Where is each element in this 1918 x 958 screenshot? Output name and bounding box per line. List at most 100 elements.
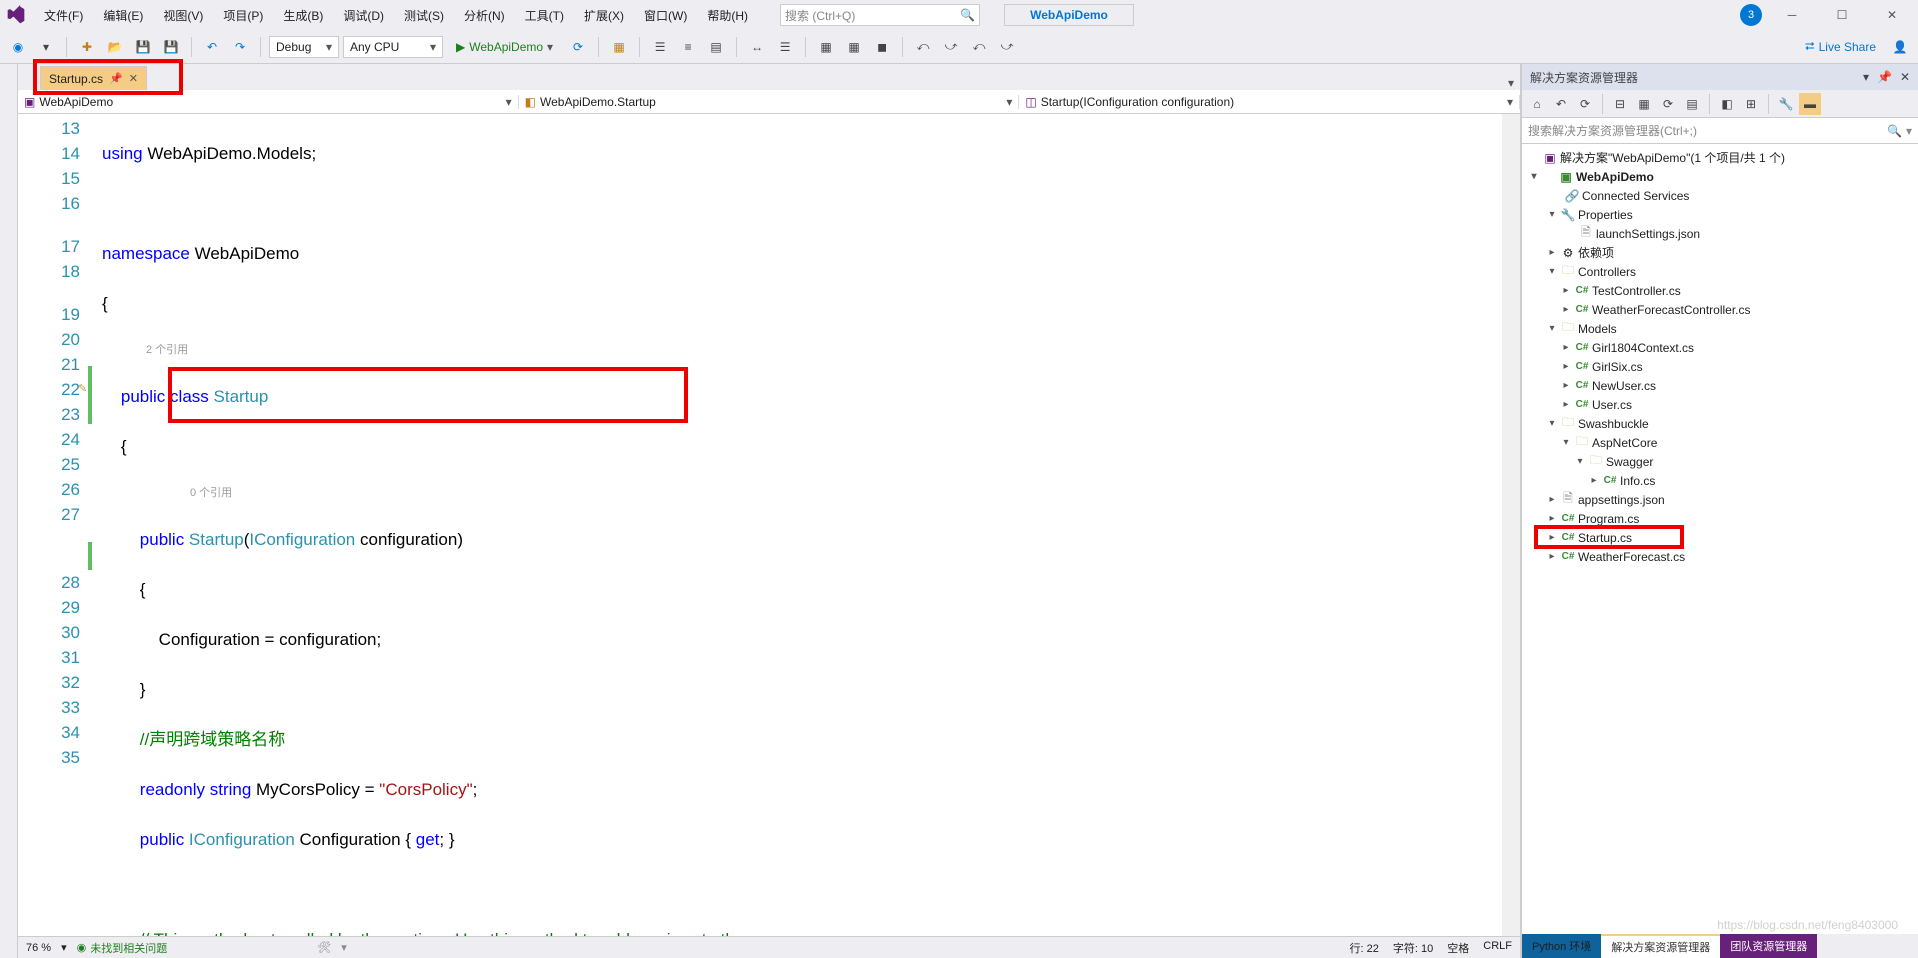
tb-icon-10[interactable]: ⤻	[939, 35, 963, 59]
account-icon[interactable]: 👤	[1888, 35, 1912, 59]
preview-icon[interactable]: ◧	[1716, 93, 1738, 115]
menu-project[interactable]: 项目(P)	[215, 4, 271, 27]
tb-icon-5[interactable]: ↔	[745, 35, 769, 59]
tree-girl1804[interactable]: ▸C#Girl1804Context.cs	[1522, 338, 1918, 357]
undo-button[interactable]: ↶	[200, 35, 224, 59]
tb-icon-11[interactable]: ⤺	[967, 35, 991, 59]
menu-build[interactable]: 生成(B)	[275, 4, 331, 27]
menu-test[interactable]: 测试(S)	[396, 4, 452, 27]
save-all-button[interactable]: 💾	[159, 35, 183, 59]
menu-debug[interactable]: 调试(D)	[335, 4, 392, 27]
nav-member[interactable]: ◫ Startup(IConfiguration configuration)▾	[1019, 95, 1520, 109]
tree-deps[interactable]: ▸⚙依赖项	[1522, 243, 1918, 262]
highlight-icon[interactable]: ▬	[1799, 93, 1821, 115]
tb-icon-6[interactable]: ☰	[773, 35, 797, 59]
tab-solution-explorer[interactable]: 解决方案资源管理器	[1601, 934, 1720, 958]
menu-edit[interactable]: 编辑(E)	[95, 4, 151, 27]
menu-help[interactable]: 帮助(H)	[699, 4, 756, 27]
open-button[interactable]: 📂	[103, 35, 127, 59]
tree-wf-ctrl[interactable]: ▸C#WeatherForecastController.cs	[1522, 300, 1918, 319]
tree-test-ctrl[interactable]: ▸C#TestController.cs	[1522, 281, 1918, 300]
menu-view[interactable]: 视图(V)	[155, 4, 211, 27]
nav-project[interactable]: ▣ WebApiDemo▾	[18, 95, 519, 109]
config-combo[interactable]: Debug▾	[269, 36, 339, 58]
solution-tree[interactable]: ▣解决方案"WebApiDemo"(1 个项目/共 1 个) ▾▣WebApiD…	[1522, 144, 1918, 934]
code-editor[interactable]: 13141516171819202122✎2324252627 28293031…	[18, 114, 1520, 936]
menu-analyze[interactable]: 分析(N)	[456, 4, 513, 27]
tab-team-explorer[interactable]: 团队资源管理器	[1720, 934, 1817, 958]
props-icon[interactable]: ▤	[1681, 93, 1703, 115]
tree-controllers[interactable]: ▾🗀Controllers	[1522, 262, 1918, 281]
nav-namespace[interactable]: ◧ WebApiDemo.Startup▾	[519, 95, 1020, 109]
tab-startup-cs[interactable]: Startup.cs 📌 ✕	[40, 66, 147, 90]
tree-appsettings[interactable]: ▸🗎appsettings.json	[1522, 490, 1918, 509]
show-all-icon[interactable]: ▦	[1633, 93, 1655, 115]
tb-icon-8[interactable]: ▦	[842, 35, 866, 59]
sync-icon[interactable]: ⟳	[1574, 93, 1596, 115]
close-button[interactable]: ✕	[1872, 2, 1912, 28]
codelens-ref[interactable]: 0 个引用	[102, 484, 1520, 502]
refresh-button[interactable]: ⟳	[566, 35, 590, 59]
refresh-icon[interactable]: ⟳	[1657, 93, 1679, 115]
indent-mode[interactable]: 空格	[1447, 940, 1469, 956]
menu-window[interactable]: 窗口(W)	[636, 4, 695, 27]
zoom-level[interactable]: 76 %	[26, 942, 51, 954]
tb-icon-4[interactable]: ▤	[704, 35, 728, 59]
tree-properties[interactable]: ▾🔧Properties	[1522, 205, 1918, 224]
code-text[interactable]: using WebApiDemo.Models; namespace WebAp…	[102, 114, 1520, 936]
live-share-button[interactable]: ⮂ Live Share	[1797, 39, 1884, 54]
tb-icon-12[interactable]: ⤻	[995, 35, 1019, 59]
bookmark-icon[interactable]: ◼	[870, 35, 894, 59]
close-icon[interactable]: ✕	[129, 72, 138, 85]
wrench-icon[interactable]: 🔧	[1775, 93, 1797, 115]
nav-back-button[interactable]: ◉	[6, 35, 30, 59]
panel-menu-icon[interactable]: ▾	[1863, 70, 1869, 84]
new-item-button[interactable]: ✚	[75, 35, 99, 59]
tree-models[interactable]: ▾🗀Models	[1522, 319, 1918, 338]
nav-fwd-button[interactable]: ▾	[34, 35, 58, 59]
view-icon[interactable]: ⊞	[1740, 93, 1762, 115]
save-button[interactable]: 💾	[131, 35, 155, 59]
tab-overflow-button[interactable]: ▾	[1502, 76, 1520, 90]
tree-connected[interactable]: 🔗Connected Services	[1522, 186, 1918, 205]
tab-python-env[interactable]: Python 环境	[1522, 934, 1601, 958]
tree-launch-settings[interactable]: 🗎launchSettings.json	[1522, 224, 1918, 243]
tb-icon-9[interactable]: ⤺	[911, 35, 935, 59]
menu-tools[interactable]: 工具(T)	[517, 4, 572, 27]
tree-program[interactable]: ▸C#Program.cs	[1522, 509, 1918, 528]
line-ending[interactable]: CRLF	[1483, 940, 1512, 956]
pin-icon[interactable]: 📌	[1877, 70, 1892, 84]
tree-aspnetcore[interactable]: ▾🗀AspNetCore	[1522, 433, 1918, 452]
global-search[interactable]: 搜索 (Ctrl+Q) 🔍	[780, 4, 980, 26]
pin-icon[interactable]: 📌	[109, 72, 123, 85]
tree-newuser[interactable]: ▸C#NewUser.cs	[1522, 376, 1918, 395]
redo-button[interactable]: ↷	[228, 35, 252, 59]
screwdriver-icon[interactable]: 🛠	[317, 941, 331, 954]
start-debug-button[interactable]: ▶ WebApiDemo ▾	[447, 35, 562, 59]
tree-girlsix[interactable]: ▸C#GirlSix.cs	[1522, 357, 1918, 376]
error-status[interactable]: ◉未找到相关问题	[77, 940, 168, 956]
tree-swashbuckle[interactable]: ▾🗀Swashbuckle	[1522, 414, 1918, 433]
tree-wf[interactable]: ▸C#WeatherForecast.cs	[1522, 547, 1918, 566]
maximize-button[interactable]: ☐	[1822, 2, 1862, 28]
solution-search[interactable]: 搜索解决方案资源管理器(Ctrl+;) 🔍▾	[1522, 118, 1918, 144]
home-icon[interactable]: ⌂	[1526, 93, 1548, 115]
menu-file[interactable]: 文件(F)	[36, 4, 91, 27]
platform-combo[interactable]: Any CPU▾	[343, 36, 443, 58]
tree-startup[interactable]: ▸C#Startup.cs	[1522, 528, 1918, 547]
notification-badge[interactable]: 3	[1740, 4, 1762, 26]
minimize-button[interactable]: ─	[1772, 2, 1812, 28]
tb-icon-3[interactable]: ≡	[676, 35, 700, 59]
scrollbar-vertical[interactable]	[1502, 114, 1520, 936]
tb-icon-1[interactable]: ▦	[607, 35, 631, 59]
tree-project[interactable]: ▾▣WebApiDemo	[1522, 167, 1918, 186]
tree-swagger[interactable]: ▾🗀Swagger	[1522, 452, 1918, 471]
tb-icon-2[interactable]: ☰	[648, 35, 672, 59]
tree-user[interactable]: ▸C#User.cs	[1522, 395, 1918, 414]
collapse-icon[interactable]: ⊟	[1609, 93, 1631, 115]
tree-solution[interactable]: ▣解决方案"WebApiDemo"(1 个项目/共 1 个)	[1522, 148, 1918, 167]
menu-extensions[interactable]: 扩展(X)	[576, 4, 632, 27]
close-icon[interactable]: ✕	[1900, 70, 1910, 84]
tb-icon-7[interactable]: ▦	[814, 35, 838, 59]
back-icon[interactable]: ↶	[1550, 93, 1572, 115]
